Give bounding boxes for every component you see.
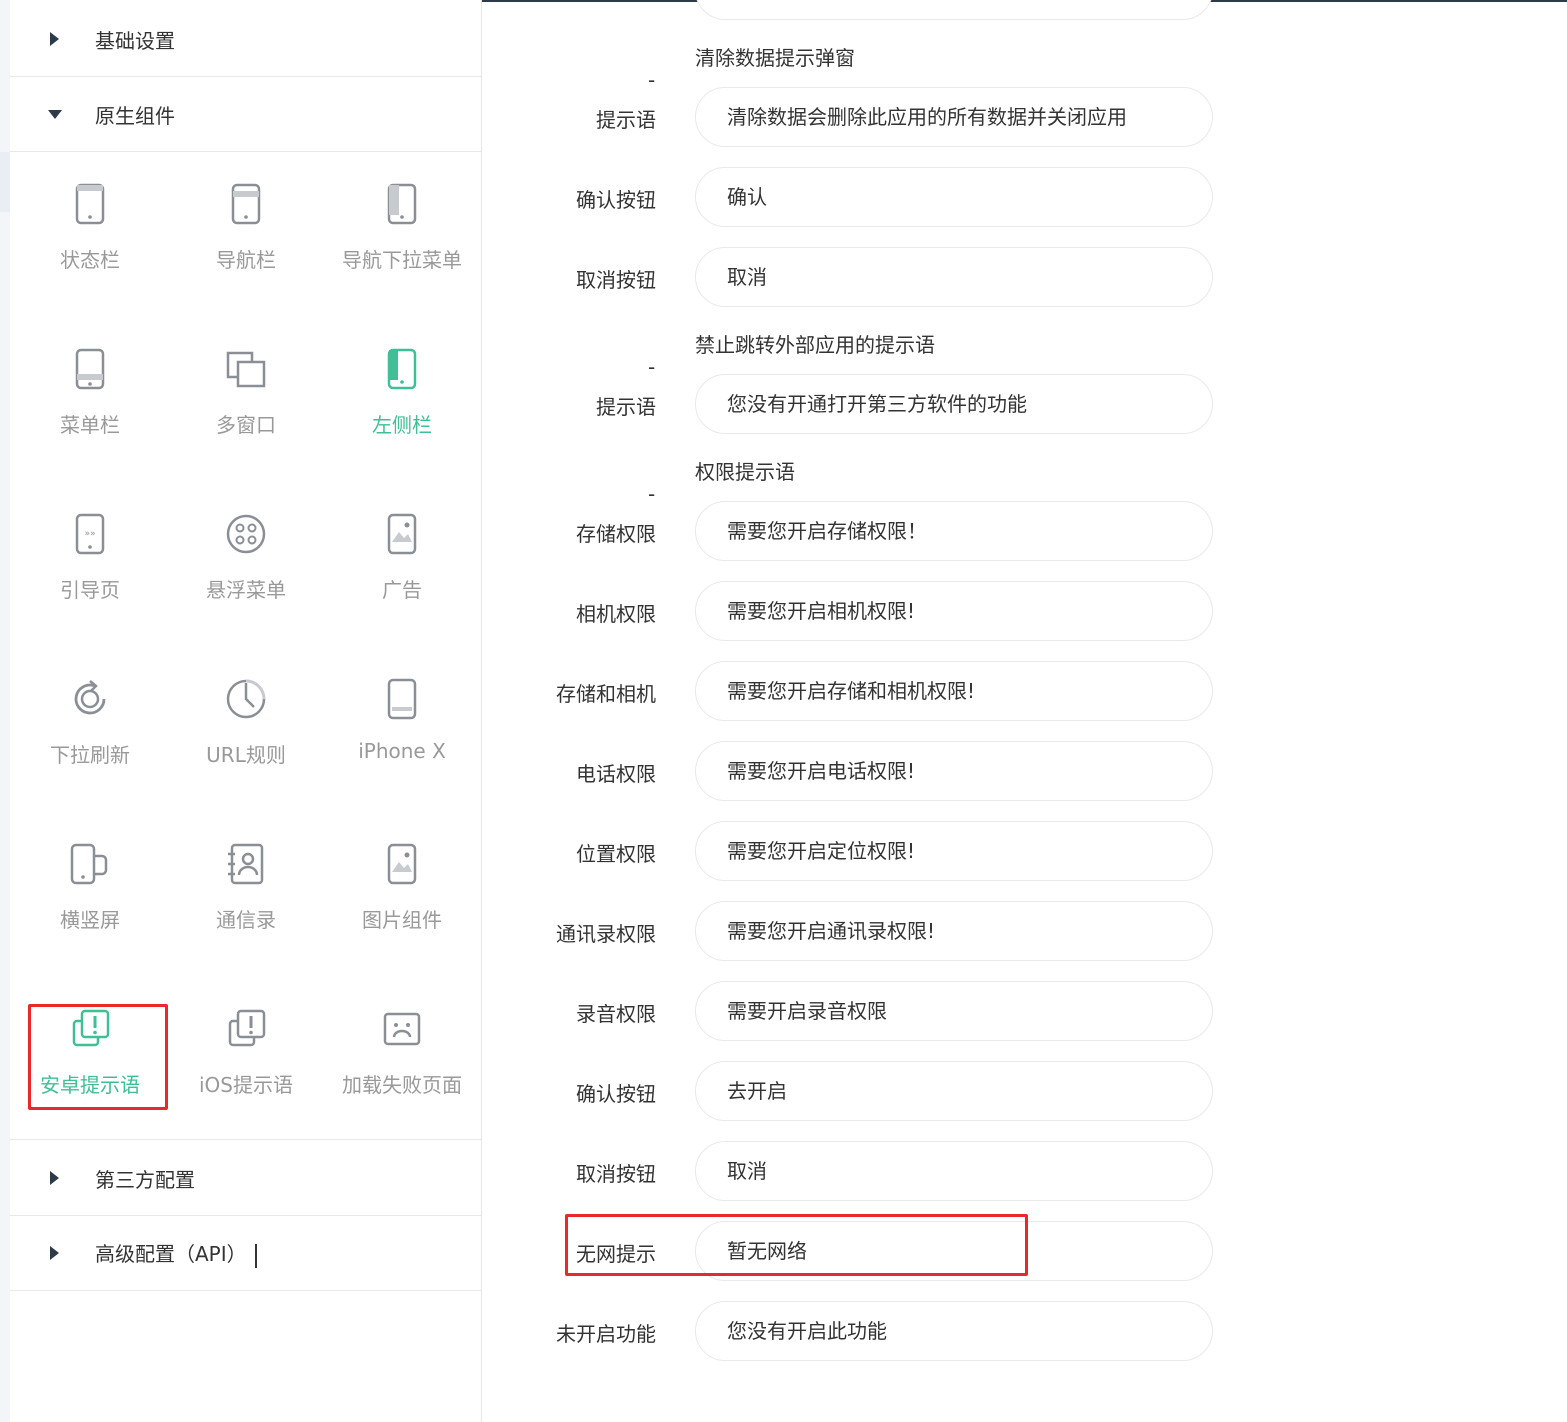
perm-storage-camera-input[interactable]: 需要您开启存储和相机权限! bbox=[695, 661, 1213, 721]
text-cursor bbox=[254, 1243, 257, 1268]
ad-icon bbox=[380, 512, 424, 556]
image-component-icon bbox=[380, 842, 424, 886]
perm-audio-input[interactable]: 需要开启录音权限 bbox=[695, 981, 1213, 1041]
float-menu-icon bbox=[224, 512, 268, 556]
row-perm-storage-camera: 存储和相机 需要您开启存储和相机权限! bbox=[482, 661, 1567, 721]
settings-form: - 清除数据提示弹窗 提示语 清除数据会删除此应用的所有数据并关闭应用 确认按钮… bbox=[482, 0, 1567, 1422]
section-advanced-api[interactable]: 高级配置（API） bbox=[10, 1216, 482, 1291]
component-left-sidebar[interactable]: 左侧栏 bbox=[322, 317, 482, 467]
component-ios-tip[interactable]: iOS提示语 bbox=[166, 977, 326, 1127]
row-external-tip: 提示语 您没有开通打开第三方软件的功能 bbox=[482, 374, 1567, 434]
group-title: 禁止跳转外部应用的提示语 bbox=[695, 333, 935, 357]
caret-right-icon bbox=[50, 1171, 59, 1185]
component-pull-refresh[interactable]: 下拉刷新 bbox=[10, 647, 170, 797]
section-native-components[interactable]: 原生组件 bbox=[10, 77, 482, 152]
outer-left-strip bbox=[0, 0, 10, 1422]
row-perm-storage: 存储权限 需要您开启存储权限！ bbox=[482, 501, 1567, 561]
row-clear-tip: 提示语 清除数据会删除此应用的所有数据并关闭应用 bbox=[482, 87, 1567, 147]
multi-window-icon bbox=[224, 347, 268, 391]
clear-tip-input[interactable]: 清除数据会删除此应用的所有数据并关闭应用 bbox=[695, 87, 1213, 147]
component-image[interactable]: 图片组件 bbox=[322, 812, 482, 962]
url-rule-icon bbox=[224, 677, 268, 721]
component-ad[interactable]: 广告 bbox=[322, 482, 482, 632]
highlight-box-no-network bbox=[565, 1214, 1028, 1276]
svg-text:»»: »» bbox=[84, 529, 95, 539]
group-title: 清除数据提示弹窗 bbox=[695, 46, 855, 70]
section-label: 第三方配置 bbox=[95, 1167, 195, 1192]
caret-down-icon bbox=[48, 110, 62, 119]
perm-location-input[interactable]: 需要您开启定位权限! bbox=[695, 821, 1213, 881]
contacts-icon bbox=[224, 842, 268, 886]
section-label: 高级配置（API） bbox=[95, 1238, 257, 1268]
row-perm-contacts: 通讯录权限 需要您开启通讯录权限! bbox=[482, 901, 1567, 961]
component-iphone-x[interactable]: iPhone X bbox=[322, 647, 482, 797]
caret-right-icon bbox=[50, 32, 59, 46]
section-label: 原生组件 bbox=[95, 103, 175, 128]
row-perm-phone: 电话权限 需要您开启电话权限! bbox=[482, 741, 1567, 801]
component-contacts[interactable]: 通信录 bbox=[166, 812, 326, 962]
text-input[interactable] bbox=[695, 0, 1213, 20]
component-nav-bar[interactable]: 导航栏 bbox=[166, 152, 326, 302]
perm-phone-input[interactable]: 需要您开启电话权限! bbox=[695, 741, 1213, 801]
row-perm-cancel: 取消按钮 取消 bbox=[482, 1141, 1567, 1201]
row-perm-audio: 录音权限 需要开启录音权限 bbox=[482, 981, 1567, 1041]
row-perm-location: 位置权限 需要您开启定位权限! bbox=[482, 821, 1567, 881]
ios-tip-icon bbox=[224, 1007, 268, 1051]
pull-refresh-icon bbox=[68, 677, 112, 721]
component-url-rule[interactable]: URL规则 bbox=[166, 647, 326, 797]
component-orientation[interactable]: 横竖屏 bbox=[10, 812, 170, 962]
load-fail-icon bbox=[380, 1007, 424, 1051]
component-menu-bar[interactable]: 菜单栏 bbox=[10, 317, 170, 467]
iphone-x-icon bbox=[380, 677, 424, 721]
guide-page-icon: »» bbox=[68, 512, 112, 556]
component-nav-dropdown[interactable]: 导航下拉菜单 bbox=[322, 152, 482, 302]
perm-storage-input[interactable]: 需要您开启存储权限！ bbox=[695, 501, 1213, 561]
highlight-box-android-tip bbox=[28, 1004, 168, 1110]
menu-bar-icon bbox=[68, 347, 112, 391]
component-sidebar: 基础设置 原生组件 状态栏 导航栏 导航下拉菜单 菜单栏 多窗口 左侧栏 »» … bbox=[10, 0, 482, 1422]
perm-confirm-input[interactable]: 去开启 bbox=[695, 1061, 1213, 1121]
section-third-party[interactable]: 第三方配置 bbox=[10, 1141, 482, 1216]
clear-confirm-input[interactable]: 确认 bbox=[695, 167, 1213, 227]
orientation-icon bbox=[68, 842, 112, 886]
left-sidebar-icon bbox=[380, 347, 424, 391]
caret-right-icon bbox=[50, 1246, 59, 1260]
component-multi-window[interactable]: 多窗口 bbox=[166, 317, 326, 467]
component-float-menu[interactable]: 悬浮菜单 bbox=[166, 482, 326, 632]
form-row-partial bbox=[482, 0, 1567, 20]
not-enabled-input[interactable]: 您没有开启此功能 bbox=[695, 1301, 1213, 1361]
component-grid: 状态栏 导航栏 导航下拉菜单 菜单栏 多窗口 左侧栏 »» 引导页 悬浮菜单 广… bbox=[10, 152, 482, 1140]
row-perm-confirm: 确认按钮 去开启 bbox=[482, 1061, 1567, 1121]
perm-camera-input[interactable]: 需要您开启相机权限! bbox=[695, 581, 1213, 641]
row-clear-cancel: 取消按钮 取消 bbox=[482, 247, 1567, 307]
group-title: 权限提示语 bbox=[695, 460, 795, 484]
row-clear-confirm: 确认按钮 确认 bbox=[482, 167, 1567, 227]
component-guide-page[interactable]: »» 引导页 bbox=[10, 482, 170, 632]
component-status-bar[interactable]: 状态栏 bbox=[10, 152, 170, 302]
row-perm-camera: 相机权限 需要您开启相机权限! bbox=[482, 581, 1567, 641]
nav-dropdown-icon bbox=[380, 182, 424, 226]
clear-cancel-input[interactable]: 取消 bbox=[695, 247, 1213, 307]
status-bar-icon bbox=[68, 182, 112, 226]
section-basic-settings[interactable]: 基础设置 bbox=[10, 2, 482, 77]
section-label: 基础设置 bbox=[95, 28, 175, 53]
perm-contacts-input[interactable]: 需要您开启通讯录权限! bbox=[695, 901, 1213, 961]
external-tip-input[interactable]: 您没有开通打开第三方软件的功能 bbox=[695, 374, 1213, 434]
component-load-fail[interactable]: 加载失败页面 bbox=[322, 977, 482, 1127]
perm-cancel-input[interactable]: 取消 bbox=[695, 1141, 1213, 1201]
nav-bar-icon bbox=[224, 182, 268, 226]
row-not-enabled: 未开启功能 您没有开启此功能 bbox=[482, 1301, 1567, 1361]
